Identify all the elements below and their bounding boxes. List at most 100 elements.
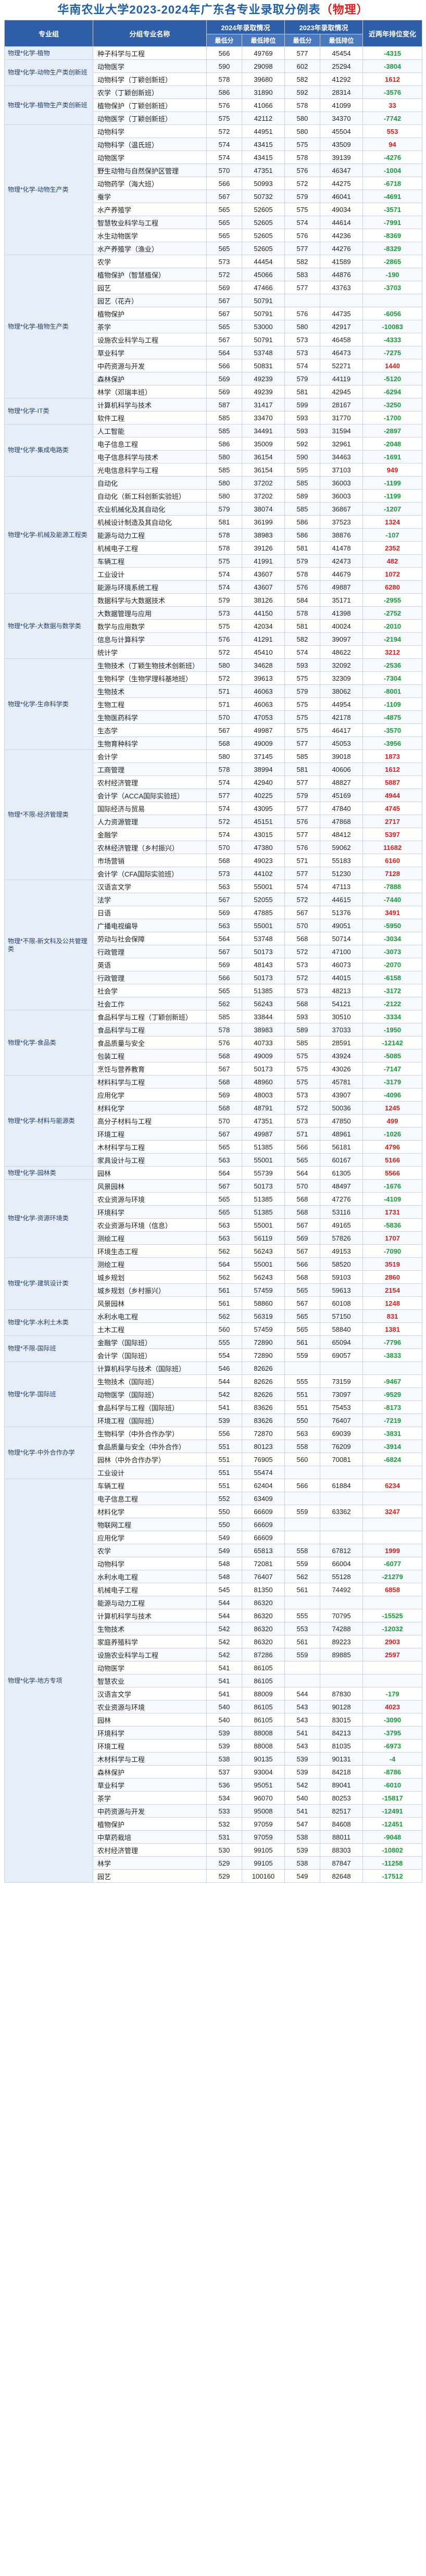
major-name: 种子科学与工程 — [93, 46, 207, 60]
major-name: 木材科学与工程 — [93, 1140, 207, 1154]
rank-2024: 43015 — [241, 828, 285, 841]
table-row: 物理*化学-IT类 计算机科学与技术 587 31417 599 28167 -3250 — [4, 398, 423, 424]
group-name: 物理*不限-新文科及公共管理类 — [4, 880, 93, 1010]
rank-change: -3034 — [362, 932, 423, 945]
rank-change: -3914 — [362, 1440, 423, 1453]
rank-2023: 46041 — [320, 190, 364, 203]
rank-2024: 47351 — [241, 1114, 285, 1128]
rank-change: -6010 — [362, 1778, 423, 1792]
rank-2024: 47466 — [241, 281, 285, 294]
table-row: 物理*化学-集成电路类 人工智能 585 34491 593 31594 -2897 — [4, 424, 423, 477]
group-name: 物理*化学-水利土木类 — [4, 1309, 93, 1336]
rank-change: -2897 — [362, 424, 423, 437]
rank-change: -3172 — [362, 984, 423, 997]
major-name: 日语 — [93, 906, 207, 919]
rank-change: -17512 — [362, 1869, 423, 1883]
rank-change: -11258 — [362, 1856, 423, 1870]
major-name: 农业机械化及其自动化 — [93, 502, 207, 516]
major-name: 动物医学 — [93, 59, 207, 73]
score-2023: 574 — [284, 216, 321, 229]
major-name: 城乡规划 — [93, 1270, 207, 1284]
score-2024: 567 — [206, 893, 242, 906]
rank-2024: 50732 — [241, 190, 285, 203]
score-2023: 580 — [284, 124, 321, 138]
score-2024: 531 — [206, 1830, 242, 1844]
rank-2024: 37145 — [241, 749, 285, 763]
rank-change: -3833 — [362, 1348, 423, 1362]
rank-2023: 46458 — [320, 333, 364, 346]
score-2024: 572 — [206, 671, 242, 685]
score-2024: 578 — [206, 541, 242, 555]
rank-2024: 55001 — [241, 1218, 285, 1232]
rank-2023: 76209 — [320, 1440, 364, 1453]
rank-change: -12491 — [362, 1804, 423, 1818]
major-name: 中药资源与开发 — [93, 359, 207, 372]
rank-2023: 55128 — [320, 1570, 364, 1583]
rank-2023: 41398 — [320, 606, 364, 620]
major-name: 环境科学 — [93, 1205, 207, 1219]
rank-2023: 48961 — [320, 1127, 364, 1141]
header-2023: 2023年录取情况 — [284, 20, 364, 34]
score-2023: 543 — [284, 1700, 321, 1714]
rank-2023: 84608 — [320, 1817, 364, 1831]
score-2023: 559 — [284, 1557, 321, 1570]
rank-2024: 62404 — [241, 1479, 285, 1492]
major-name: 中药资源与开发 — [93, 1804, 207, 1818]
score-2023: 566 — [284, 1257, 321, 1271]
score-2023: 563 — [284, 1427, 321, 1440]
major-name: 能源与动力工程 — [93, 528, 207, 542]
rank-2024: 52605 — [241, 216, 285, 229]
major-name: 生物技术（丁颖生物技术创新班） — [93, 658, 207, 672]
rank-2023: 43924 — [320, 1049, 364, 1062]
score-2023: 577 — [284, 46, 321, 60]
rank-2024: 44150 — [241, 606, 285, 620]
rank-2024: 72890 — [241, 1348, 285, 1362]
score-2024: 562 — [206, 1270, 242, 1284]
score-2024: 540 — [206, 1700, 242, 1714]
score-2024: 563 — [206, 1218, 242, 1232]
major-name: 水产养殖学 — [93, 203, 207, 216]
score-2024: 578 — [206, 1023, 242, 1036]
rank-2024: 88008 — [241, 1726, 285, 1740]
table-row: 物理*化学-大数据与数学类 数据科学与大数据技术 579 38126 584 35171-… — [4, 593, 423, 659]
rank-2024: 55001 — [241, 1257, 285, 1271]
score-2024: 563 — [206, 1231, 242, 1245]
rank-2024: 50173 — [241, 1179, 285, 1193]
major-name: 车辆工程 — [93, 1479, 207, 1492]
major-name: 英语 — [93, 958, 207, 971]
score-2023: 585 — [284, 749, 321, 763]
rank-change: -3073 — [362, 945, 423, 958]
group-name: 物理*化学-动物生产类创新班 — [4, 59, 93, 86]
rank-change: 4745 — [362, 802, 423, 815]
score-2024: 564 — [206, 932, 242, 945]
rank-2023: 39018 — [320, 749, 364, 763]
rank-2023: 84218 — [320, 1765, 364, 1779]
score-2023: 573 — [284, 1088, 321, 1102]
rank-2024: 97059 — [241, 1830, 285, 1844]
major-name: 智慧牧业科学与工程 — [93, 216, 207, 229]
rank-change: 1873 — [362, 749, 423, 763]
rank-2024: 63409 — [241, 1492, 285, 1505]
rank-2024: 49009 — [241, 736, 285, 750]
score-2024: 567 — [206, 307, 242, 320]
rank-change: 33 — [362, 98, 423, 112]
score-2024: 563 — [206, 880, 242, 893]
rank-2023: 65094 — [320, 1335, 364, 1349]
score-2024: 532 — [206, 1817, 242, 1831]
score-2024: 529 — [206, 1869, 242, 1883]
major-name: 环境科学 — [93, 1726, 207, 1740]
major-name: 电子信息科学与技术 — [93, 450, 207, 464]
rank-2024: 53748 — [241, 346, 285, 359]
rank-2024: 52605 — [241, 229, 285, 242]
score-2023: 573 — [284, 984, 321, 997]
group-name: 物理*化学-建筑设计类 — [4, 1257, 93, 1310]
rank-change: 2903 — [362, 1635, 423, 1648]
score-2024: 538 — [206, 1752, 242, 1766]
rank-2023: 49051 — [320, 919, 364, 932]
rank-2023: 48622 — [320, 645, 364, 659]
rank-change: 1440 — [362, 359, 423, 372]
score-2023: 571 — [284, 854, 321, 867]
score-2024: 569 — [206, 958, 242, 971]
score-2023: 551 — [284, 1400, 321, 1414]
rank-2024: 80123 — [241, 1440, 285, 1453]
